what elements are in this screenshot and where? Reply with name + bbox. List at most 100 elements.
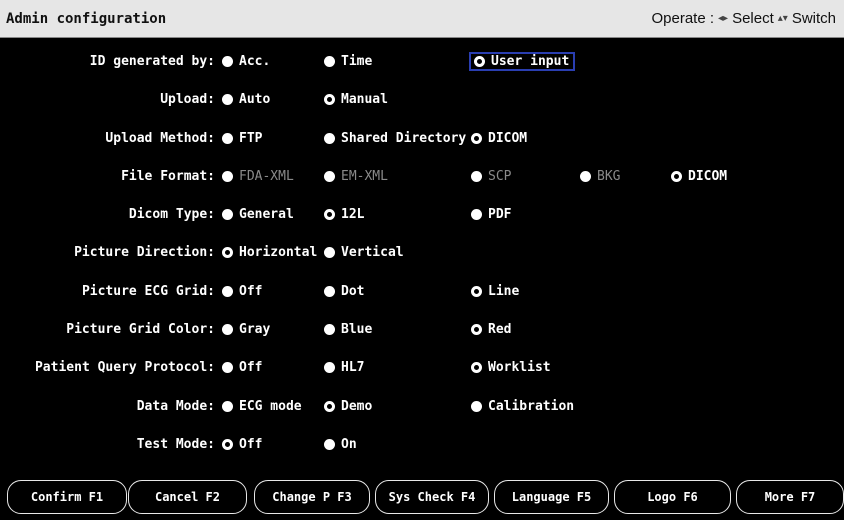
function-button[interactable]: Change P F3 [254,480,370,514]
radio-option[interactable]: Acc. [222,54,270,69]
radio-unselected-icon [324,132,335,144]
radio-option-label: On [341,436,357,452]
radio-unselected-icon [222,132,233,144]
setting-row: Dicom Type: General 12L PDF [0,201,844,239]
radio-option-label: Vertical [341,245,404,261]
radio-option-label: Red [488,322,512,338]
radio-selected-icon [471,324,482,336]
radio-option[interactable]: 12L [324,207,364,222]
radio-option-label: Time [341,54,373,69]
radio-option[interactable]: ECG mode [222,399,302,414]
radio-selected-icon [324,400,335,412]
setting-label: Patient Query Protocol: [34,360,215,376]
setting-label: File Format: [121,168,215,184]
function-button[interactable]: More F7 [736,480,844,514]
function-button[interactable]: Confirm F1 [7,480,127,514]
function-button[interactable]: Sys Check F4 [375,480,489,514]
radio-option[interactable]: Off [222,437,262,452]
radio-option[interactable]: HL7 [324,360,364,375]
radio-unselected-icon [324,324,335,336]
page-title: Admin configuration [6,10,167,27]
radio-option-label: Gray [239,322,271,338]
radio-option[interactable]: Auto [222,92,270,107]
radio-option-label: Horizontal [239,245,318,261]
left-right-arrows-icon: ◂▸ [718,13,729,24]
radio-option[interactable]: Shared Directory [324,131,466,146]
radio-option-label: Auto [239,92,271,108]
radio-option[interactable]: Manual [324,92,388,107]
radio-option[interactable]: Horizontal [222,245,317,260]
radio-option-label: Off [239,360,263,376]
radio-unselected-icon [324,56,335,67]
radio-unselected-icon [222,362,233,374]
function-button[interactable]: Logo F6 [614,480,731,514]
function-key-bar: Confirm F1 Cancel F2 Change P F3 Sys Check … [0,480,844,516]
function-button[interactable]: Cancel F2 [128,480,247,514]
radio-option[interactable]: Calibration [471,399,574,414]
radio-selected-icon [474,56,485,67]
radio-option: FDA-XML [222,169,294,184]
operate-hint: Operate : ◂▸ Select ▴▾ Switch [651,10,836,27]
radio-option[interactable]: Off [222,284,262,299]
radio-option[interactable]: DICOM [471,131,527,146]
radio-unselected-icon [324,247,335,259]
radio-selected-icon [324,94,335,106]
radio-unselected-icon [324,438,335,450]
radio-option[interactable]: Gray [222,322,270,337]
setting-row: Picture ECG Grid: Off Dot Line [0,278,844,316]
radio-unselected-icon [222,56,233,67]
radio-option[interactable]: User input [468,52,576,71]
setting-row: Picture Direction: Horizontal Vertical [0,239,844,277]
radio-option[interactable]: General [222,207,294,222]
radio-unselected-icon [222,400,233,412]
up-down-arrows-icon: ▴▾ [777,13,788,24]
radio-option-label: Manual [341,92,388,108]
radio-option[interactable]: Vertical [324,245,404,260]
radio-option-label: SCP [488,168,512,184]
radio-option[interactable]: Worklist [471,360,551,375]
radio-option-label: Shared Directory [341,130,467,146]
radio-option[interactable]: Off [222,360,262,375]
radio-option-label: DICOM [488,130,528,146]
radio-unselected-icon [471,400,482,412]
radio-option-label: Acc. [239,54,271,69]
admin-configuration-screen: Admin configuration Operate : ◂▸ Select … [0,0,844,520]
setting-row: Upload Method: FTP Shared Directory DICOM [0,125,844,163]
switch-hint-label: Switch [791,10,836,27]
radio-option[interactable]: Demo [324,399,372,414]
setting-label: Picture ECG Grid: [81,283,215,299]
setting-label: Upload Method: [105,130,215,146]
setting-row: Data Mode: ECG mode Demo Calibration [0,393,844,431]
setting-row: Picture Grid Color: Gray Blue Red [0,316,844,354]
radio-unselected-icon [580,170,591,182]
radio-option-label: DICOM [688,168,728,184]
setting-label: Upload: [160,92,215,108]
radio-selected-icon [222,247,233,259]
radio-unselected-icon [471,170,482,182]
radio-selected-icon [324,209,335,221]
radio-option-label: PDF [488,207,512,223]
radio-option: BKG [580,169,620,184]
radio-unselected-icon [324,362,335,374]
radio-unselected-icon [222,170,233,182]
function-button[interactable]: Language F5 [494,480,609,514]
radio-option[interactable]: Dot [324,284,364,299]
radio-option[interactable]: Blue [324,322,372,337]
radio-unselected-icon [471,209,482,221]
radio-option-label: BKG [597,168,621,184]
radio-unselected-icon [324,285,335,297]
radio-option-label: FDA-XML [239,168,294,184]
radio-option[interactable]: DICOM [671,169,727,184]
radio-option[interactable]: Red [471,322,511,337]
radio-selected-icon [671,170,682,182]
radio-option[interactable]: On [324,437,357,452]
setting-label: Picture Grid Color: [66,322,215,338]
radio-option[interactable]: FTP [222,131,262,146]
radio-option[interactable]: PDF [471,207,511,222]
setting-row: Upload: Auto Manual [0,86,844,124]
radio-option[interactable]: Time [324,54,372,69]
setting-row: File Format: FDA-XML EM-XML SCP BKG DICOM [0,163,844,201]
radio-option[interactable]: Line [471,284,519,299]
radio-option-label: Off [239,283,263,299]
radio-option-label: 12L [341,207,365,223]
